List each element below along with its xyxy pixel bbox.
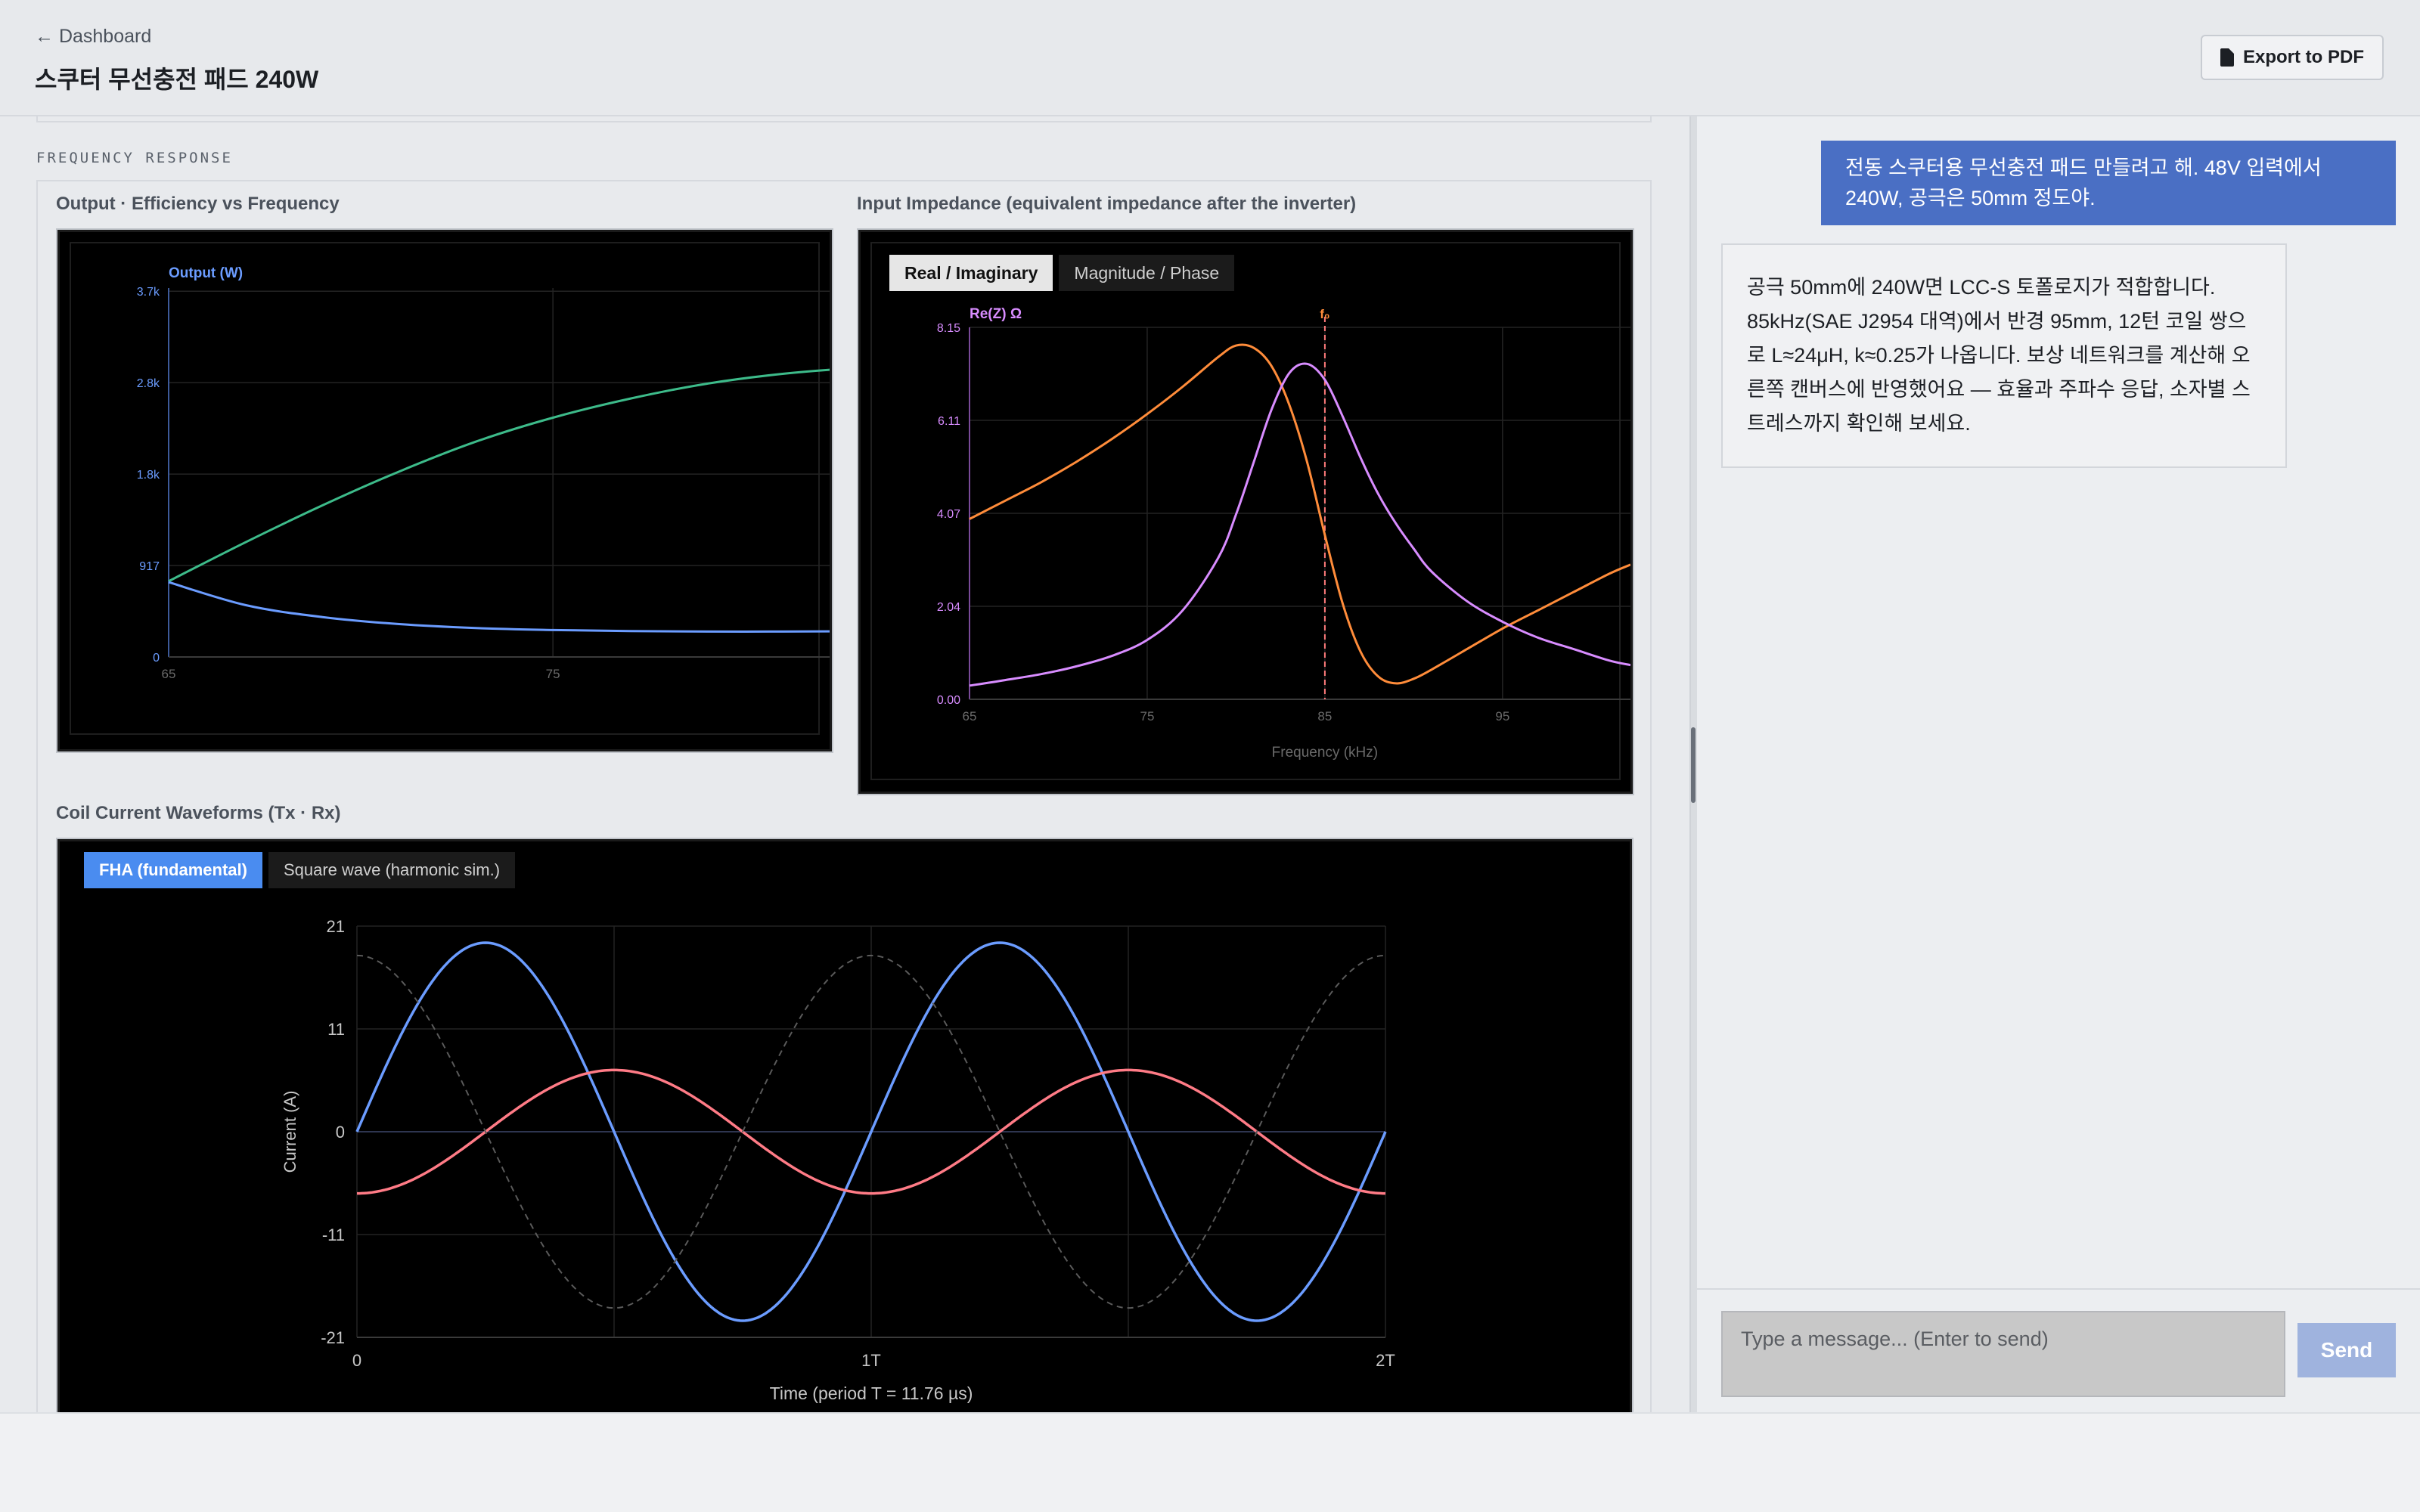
y-tick-label: 11 <box>327 1020 345 1039</box>
document-icon <box>2220 48 2234 67</box>
chart2-title: Input Impedance (equivalent impedance af… <box>857 194 1357 214</box>
bottom-bar <box>0 1412 2420 1512</box>
x-tick-label: 85 <box>1317 709 1332 723</box>
y-tick-label: -21 <box>321 1328 345 1347</box>
y-tick-label: 0 <box>153 652 160 665</box>
input-impedance-plot: 65 75 85 95 0.00 2.04 4.07 6.11 8.15 f₀ Re(Z) Ω Fre… <box>870 242 1630 780</box>
app-header: ← Dashboard 스쿠터 무선충전 패드 240W Export to P… <box>0 0 2420 116</box>
chat-panel: 전동 스쿠터용 무선충전 패드 만들려고 해. 48V 입력에서 240W, 공… <box>1697 116 2420 1412</box>
y-tick-label: 21 <box>327 917 345 936</box>
x-tick-label: 1T <box>861 1351 881 1370</box>
y-tick-label: 0 <box>336 1123 345 1142</box>
series-label: Re(Z) Ω <box>970 306 1022 322</box>
x-axis-label: Time (period T = 11.76 µs) <box>770 1383 973 1403</box>
message-composer: Send <box>1697 1288 2420 1412</box>
coil-current-chart[interactable]: FHA (fundamental) Square wave (harmonic … <box>56 838 1634 1412</box>
frequency-response-section: Output · Efficiency vs Frequency 65 75 85 9… <box>36 180 1652 1412</box>
plot-area-border <box>70 242 820 735</box>
user-message: 전동 스쿠터용 무선충전 패드 만들려고 해. 48V 입력에서 240W, 공… <box>1821 141 2396 225</box>
x-tick-label: 75 <box>546 667 560 681</box>
y-tick-label: 2.8k <box>137 377 160 390</box>
y-tick-label: 3.7k <box>137 286 160 299</box>
y-tick-label: 917 <box>139 560 160 573</box>
tab-square-wave[interactable]: Square wave (harmonic sim.) <box>268 852 516 888</box>
panel-splitter[interactable] <box>1689 116 1697 1412</box>
send-button[interactable]: Send <box>2297 1323 2396 1377</box>
waveform-mode-tabs: FHA (fundamental) Square wave (harmonic … <box>84 852 516 888</box>
x-tick-label: 0 <box>352 1351 361 1370</box>
chart3-title: Coil Current Waveforms (Tx · Rx) <box>56 803 341 823</box>
tab-fha-fundamental[interactable]: FHA (fundamental) <box>84 852 262 888</box>
output-efficiency-chart[interactable]: 6575859509171.8k2.8k3.7kf₀ = 85.0 kHzOut… <box>56 228 833 753</box>
x-tick-label: 65 <box>162 667 176 681</box>
x-axis-label: Frequency (kHz) <box>1272 745 1378 761</box>
y-tick-label: 6.11 <box>938 415 960 428</box>
previous-section-edge <box>36 116 1652 122</box>
efficiency-series-line <box>168 368 830 583</box>
output-efficiency-plot: 6575859509171.8k2.8k3.7kf₀ = 85.0 kHzOut… <box>70 242 830 735</box>
x-tick-label: 65 <box>963 709 977 723</box>
imag-series-line <box>969 362 1630 687</box>
series-label: Output (W) <box>169 265 243 281</box>
real-series-line <box>969 343 1630 685</box>
tab-real-imaginary[interactable]: Real / Imaginary <box>889 255 1053 291</box>
y-tick-label: -11 <box>322 1225 345 1244</box>
back-to-dashboard-link[interactable]: ← Dashboard <box>35 26 151 48</box>
y-tick-label: 8.15 <box>937 322 960 335</box>
y-tick-label: 1.8k <box>137 469 160 482</box>
output-series-line <box>168 581 830 633</box>
canvas-panel[interactable]: FREQUENCY RESPONSE Output · Efficiency v… <box>0 116 1689 1412</box>
x-tick-label: 95 <box>1495 709 1509 723</box>
message-input[interactable] <box>1721 1311 2285 1397</box>
export-pdf-button[interactable]: Export to PDF <box>2201 35 2384 80</box>
y-tick-label: 2.04 <box>937 601 960 614</box>
f0-label: f₀ <box>1320 307 1329 321</box>
impedance-view-tabs: Real / Imaginary Magnitude / Phase <box>889 255 1235 291</box>
export-pdf-label: Export to PDF <box>2243 47 2364 67</box>
assistant-message: 공극 50mm에 240W면 LCC-S 토폴로지가 적합합니다. 85kHz(… <box>1721 243 2287 468</box>
x-tick-label: 75 <box>1140 709 1154 723</box>
section-label: FREQUENCY RESPONSE <box>36 150 233 166</box>
tab-magnitude-phase[interactable]: Magnitude / Phase <box>1059 255 1235 291</box>
y-axis-label: Current (A) <box>281 1091 299 1173</box>
y-tick-label: 0.00 <box>937 694 960 707</box>
input-impedance-chart[interactable]: Real / Imaginary Magnitude / Phase 65 75 8… <box>857 228 1634 795</box>
splitter-handle[interactable] <box>1691 727 1696 803</box>
x-tick-label: 2T <box>1376 1351 1395 1370</box>
coil-current-plot: 21 11 0 -11 -21 0 1T 2T Current (A) Time (period … <box>281 917 1395 1403</box>
page-title: 스쿠터 무선충전 패드 240W <box>35 66 319 93</box>
y-tick-label: 4.07 <box>937 508 960 521</box>
chart1-title: Output · Efficiency vs Frequency <box>56 194 340 214</box>
